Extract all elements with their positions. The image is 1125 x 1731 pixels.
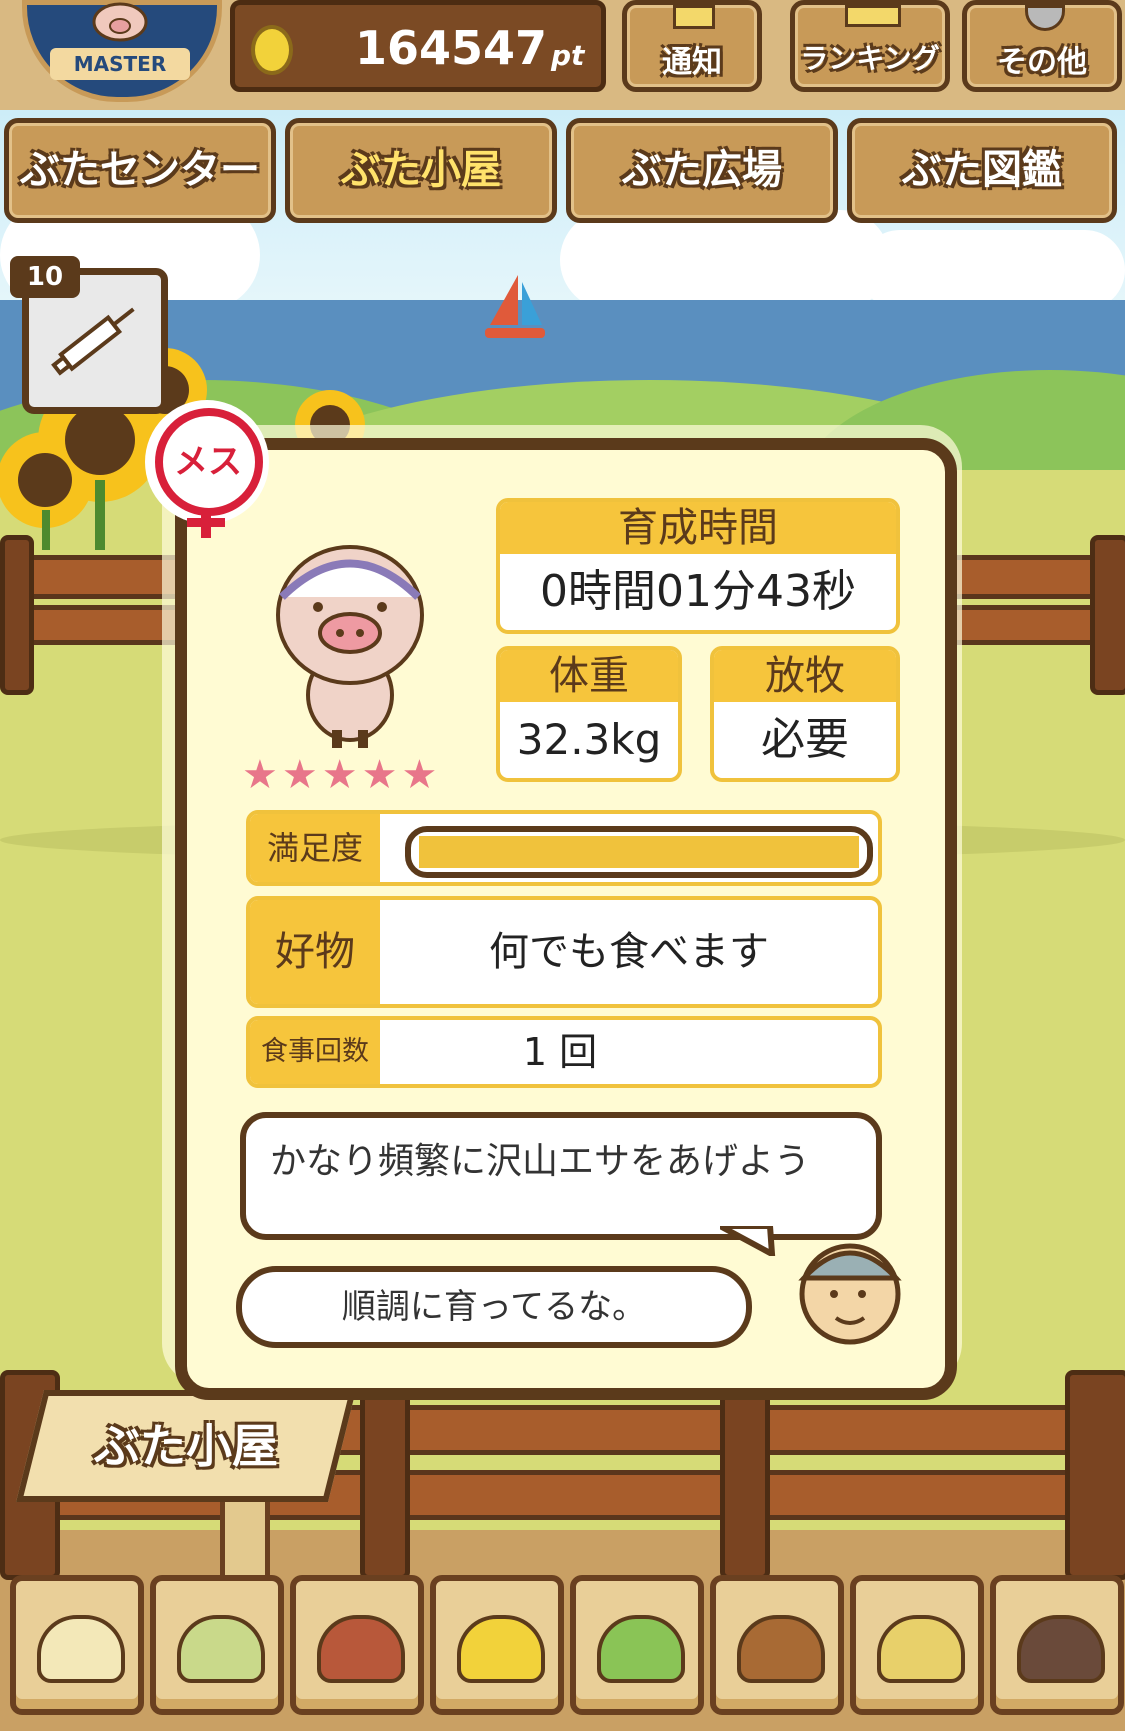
- feed-slot-1[interactable]: [10, 1575, 144, 1715]
- points-display: 164547 pt: [230, 0, 606, 92]
- star-icon: ★: [321, 752, 358, 798]
- ranking-button[interactable]: ランキング: [790, 0, 950, 92]
- coin-icon: [251, 25, 293, 75]
- feed-slot-2[interactable]: [150, 1575, 284, 1715]
- fence-post: [1090, 535, 1125, 695]
- star-icon: ★: [361, 752, 398, 798]
- growth-time-box: 育成時間 0時間01分43秒: [496, 498, 900, 634]
- points-value: 164547: [355, 21, 548, 75]
- acorn-icon: [737, 1615, 825, 1683]
- advice-bubble: かなり頻繁に沢山エサをあげよう: [240, 1112, 882, 1240]
- meals-label: 食事回数: [250, 1020, 380, 1084]
- favorite-value: 何でも食べます: [489, 929, 769, 975]
- sailboat-icon: [485, 275, 545, 338]
- ranking-label: ランキング: [800, 42, 940, 75]
- feed-slot-5[interactable]: [570, 1575, 704, 1715]
- fence-post: [1065, 1370, 1125, 1580]
- female-badge: メス: [145, 400, 269, 538]
- syringe-icon: [51, 307, 135, 376]
- satisfaction-row: 満足度: [246, 810, 882, 886]
- star-icon: ★: [401, 752, 438, 798]
- grazing-label: 放牧: [714, 650, 896, 702]
- ranking-icon: [845, 5, 901, 27]
- grazing-box: 放牧 必要: [710, 646, 900, 782]
- favorite-row: 好物 何でも食べます: [246, 896, 882, 1008]
- master-badge[interactable]: MASTER: [22, 0, 222, 102]
- feed-slot-7[interactable]: [850, 1575, 984, 1715]
- weight-label: 体重: [500, 650, 678, 702]
- advice-bubble-tail: [720, 1226, 776, 1256]
- fence-post: [720, 1380, 770, 1580]
- fence-post: [0, 535, 34, 695]
- comment-bubble: 順調に育ってるな。: [236, 1266, 752, 1348]
- points-unit: pt: [551, 39, 585, 72]
- cloud: [860, 230, 1125, 310]
- notification-icon: [673, 5, 715, 29]
- meals-value: 1 回: [522, 1030, 598, 1074]
- notification-button[interactable]: 通知: [622, 0, 762, 92]
- other-label: その他: [997, 45, 1087, 80]
- growth-time-label: 育成時間: [500, 502, 896, 554]
- feed-slot-6[interactable]: [710, 1575, 844, 1715]
- fence-post: [360, 1380, 410, 1580]
- gender-label: メス: [174, 442, 242, 482]
- advice-text: かなり頻繁に沢山エサをあげよう: [270, 1141, 811, 1182]
- feed-slot-4[interactable]: [430, 1575, 564, 1715]
- corn-icon: [457, 1615, 545, 1683]
- growth-time-value: 0時間01分43秒: [540, 566, 856, 617]
- favorite-label: 好物: [250, 900, 380, 1004]
- mixed-grain-feed-icon: [177, 1615, 265, 1683]
- cloud: [560, 210, 890, 310]
- star-icon: ★: [242, 752, 278, 798]
- feed-slot-3[interactable]: [290, 1575, 424, 1715]
- feed-slot-8[interactable]: [990, 1575, 1124, 1715]
- syringe-count: 10: [10, 256, 80, 298]
- farmer-avatar: [798, 1243, 902, 1345]
- pig-face-icon: [92, 2, 148, 42]
- other-button[interactable]: その他: [962, 0, 1122, 92]
- signboard-label: ぶた小屋: [94, 1419, 278, 1473]
- truffle-plate-icon: [1017, 1615, 1105, 1683]
- soybean-plate-icon: [877, 1615, 965, 1683]
- grazing-value: 必要: [761, 714, 849, 765]
- sweet-potato-icon: [317, 1615, 405, 1683]
- star-icon: ★: [281, 752, 318, 798]
- pig-character[interactable]: [260, 535, 440, 750]
- greens-feed-icon: [597, 1615, 685, 1683]
- signboard: ぶた小屋: [16, 1390, 356, 1502]
- gear-icon: [1025, 5, 1065, 31]
- notification-label: 通知: [662, 45, 722, 80]
- tab-buta-center[interactable]: ぶたセンター: [4, 118, 276, 223]
- satisfaction-label: 満足度: [250, 814, 380, 882]
- comment-text: 順調に育ってるな。: [341, 1287, 647, 1327]
- small-grain-feed-icon: [37, 1615, 125, 1683]
- satisfaction-bar: [405, 826, 873, 878]
- tab-buta-encyclopedia[interactable]: ぶた図鑑: [847, 118, 1117, 223]
- weight-box: 体重 32.3kg: [496, 646, 682, 782]
- tab-buta-plaza[interactable]: ぶた広場: [566, 118, 838, 223]
- satisfaction-bar-fill: [419, 836, 859, 868]
- star-rating: ★ ★ ★ ★ ★: [242, 752, 472, 798]
- badge-label: MASTER: [50, 48, 190, 80]
- tab-buta-hut[interactable]: ぶた小屋: [285, 118, 557, 223]
- meals-row: 食事回数 1 回: [246, 1016, 882, 1088]
- weight-value: 32.3kg: [516, 715, 662, 764]
